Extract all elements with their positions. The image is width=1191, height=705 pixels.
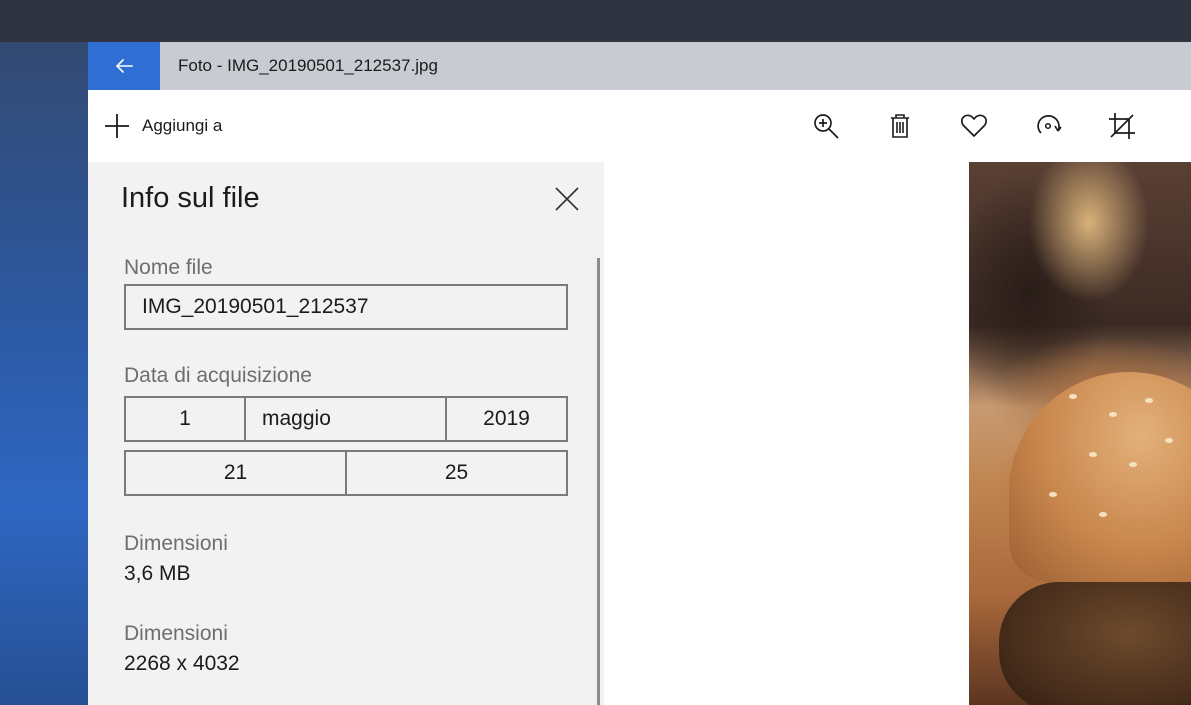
photos-window: Foto - IMG_20190501_212537.jpg Aggiungi …: [88, 42, 1191, 705]
hour-selector[interactable]: 21: [126, 452, 347, 494]
year-selector[interactable]: 2019: [447, 398, 566, 440]
desktop-background: [0, 42, 88, 705]
file-size-label: Dimensioni: [124, 532, 228, 555]
panel-title: Info sul file: [121, 182, 260, 214]
back-button[interactable]: [88, 42, 160, 90]
date-picker: 1 maggio 2019: [124, 396, 568, 442]
sesame-seed: [1145, 398, 1153, 403]
add-to-label: Aggiungi a: [142, 116, 223, 135]
crop-button[interactable]: [1105, 109, 1139, 143]
zoom-in-button[interactable]: [809, 109, 843, 143]
rotate-button[interactable]: [1031, 109, 1065, 143]
desktop-background-top: [0, 0, 1191, 42]
dimensions-value: 2268 x 4032: [124, 652, 240, 675]
time-picker: 21 25: [124, 450, 568, 496]
sesame-seed: [1109, 412, 1117, 417]
day-selector[interactable]: 1: [126, 398, 246, 440]
close-panel-button[interactable]: [552, 184, 582, 214]
dimensions-label: Dimensioni: [124, 622, 228, 645]
zoom-in-icon: [814, 114, 839, 139]
title-bar: Foto - IMG_20190501_212537.jpg: [88, 42, 1191, 90]
favorite-button[interactable]: [957, 109, 991, 143]
file-size-value: 3,6 MB: [124, 562, 191, 585]
photo-preview[interactable]: [969, 162, 1191, 705]
toolbar: Aggiungi a: [88, 90, 1191, 162]
sesame-seed: [1049, 492, 1057, 497]
rotate-icon: [1037, 115, 1062, 134]
filename-label: Nome file: [124, 256, 213, 279]
close-icon: [555, 187, 579, 211]
burger-bun: [1009, 372, 1191, 582]
window-title: Foto - IMG_20190501_212537.jpg: [178, 56, 438, 75]
filename-field[interactable]: IMG_20190501_212537: [124, 284, 568, 330]
file-info-panel: Info sul file Nome file IMG_20190501_212…: [88, 162, 604, 705]
panel-scrollbar[interactable]: [597, 258, 600, 705]
delete-icon: [891, 114, 909, 138]
month-selector[interactable]: maggio: [246, 398, 447, 440]
burger-patty: [999, 582, 1191, 705]
sesame-seed: [1069, 394, 1077, 399]
sesame-seed: [1129, 462, 1137, 467]
heart-icon: [961, 114, 987, 137]
sesame-seed: [1099, 512, 1107, 517]
sesame-seed: [1165, 438, 1173, 443]
delete-button[interactable]: [883, 109, 917, 143]
back-arrow-icon: [115, 58, 133, 74]
minute-selector[interactable]: 25: [347, 452, 566, 494]
sesame-seed: [1089, 452, 1097, 457]
add-to-button[interactable]: Aggiungi a: [104, 112, 222, 140]
crop-icon: [1109, 113, 1135, 139]
capture-date-label: Data di acquisizione: [124, 364, 312, 387]
plus-icon: [105, 114, 129, 138]
